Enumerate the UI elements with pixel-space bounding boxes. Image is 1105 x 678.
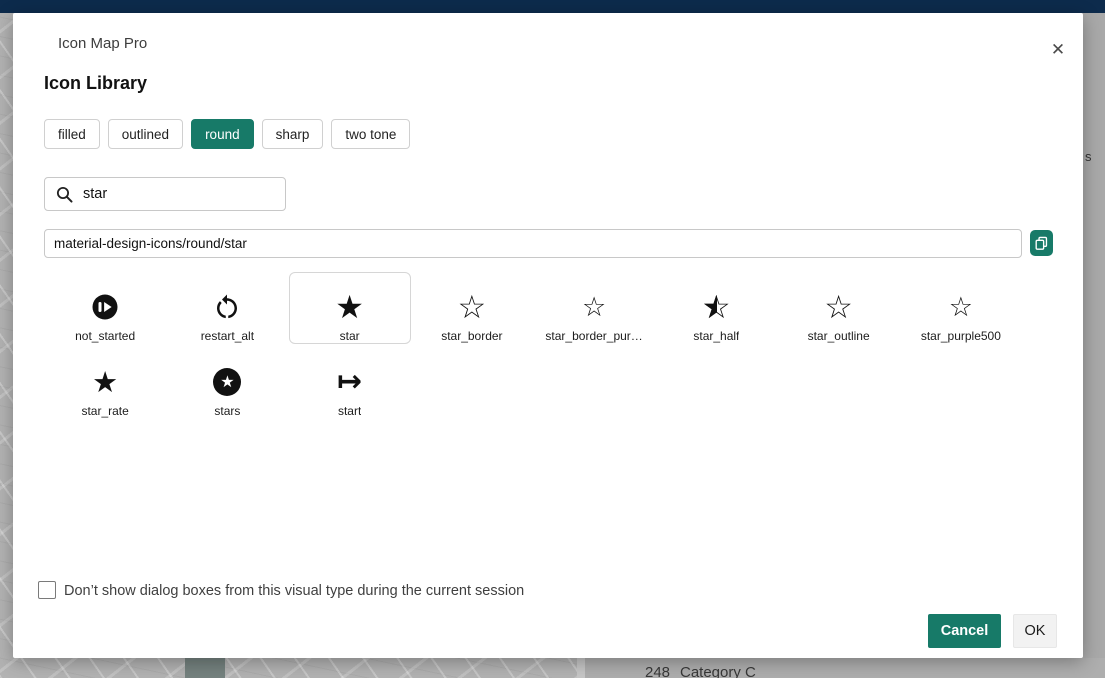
dont-show-row: Don’t show dialog boxes from this visual… (38, 581, 524, 601)
search-input[interactable] (83, 186, 275, 202)
star-outline-icon: ☆ (458, 291, 487, 323)
style-tab-sharp[interactable]: sharp (262, 119, 324, 149)
stars-circle-icon: ★ (213, 368, 241, 396)
icon-library-dialog: Icon Map Pro ✕ Icon Library filled outlin… (13, 13, 1083, 658)
icon-tile-star_outline[interactable]: ☆ star_outline (778, 272, 900, 344)
not-started-icon (90, 292, 120, 322)
background-table-value: 248 (645, 664, 670, 678)
dont-show-checkbox[interactable] (38, 581, 56, 599)
icon-tile-star_rate[interactable]: ★ star_rate (44, 347, 166, 419)
background-table-divider (577, 656, 585, 678)
icon-tile-star_border[interactable]: ☆ star_border (411, 272, 533, 344)
close-icon: ✕ (1051, 40, 1065, 60)
icon-tile-label: star_half (693, 329, 739, 343)
icon-tile-star_half[interactable]: ☆★ star_half (655, 272, 777, 344)
page-title: Icon Library (44, 73, 147, 94)
close-button[interactable]: ✕ (1046, 38, 1070, 62)
icon-tile-label: star_rate (81, 404, 128, 418)
copy-path-button[interactable] (1030, 230, 1053, 256)
style-tab-filled[interactable]: filled (44, 119, 100, 149)
icon-tile-stars[interactable]: ★ stars (166, 347, 288, 419)
copy-icon (1033, 235, 1050, 252)
search-icon (55, 185, 74, 204)
icon-tile-star_border_pur[interactable]: ☆ star_border_pur… (533, 272, 655, 344)
icon-tile-label: star (340, 329, 360, 343)
icon-tile-restart_alt[interactable]: restart_alt (166, 272, 288, 344)
background-table-strip: 248 Category C (585, 656, 1105, 678)
dialog-title: Icon Map Pro (58, 35, 147, 52)
icon-tile-start[interactable]: ↦ start (289, 347, 411, 419)
icon-tile-label: star_border (441, 329, 502, 343)
icon-tile-label: star_purple500 (921, 329, 1001, 343)
star-half-icon: ☆★ (702, 291, 731, 323)
icon-tile-label: star_outline (808, 329, 870, 343)
start-arrow-icon: ↦ (337, 367, 362, 397)
background-table-category: Category C (680, 664, 756, 678)
background-right-strip: s (1083, 13, 1105, 658)
icon-tile-label: restart_alt (201, 329, 254, 343)
icon-tile-star[interactable]: ★ star (289, 272, 411, 344)
star-outline-icon: ☆ (824, 291, 853, 323)
dont-show-label: Don’t show dialog boxes from this visual… (64, 581, 524, 601)
background-right-text: s (1085, 149, 1092, 164)
icon-tile-label: start (338, 404, 361, 418)
icon-path-input[interactable] (44, 229, 1022, 258)
icon-tile-label: star_border_pur… (545, 329, 642, 343)
style-tab-two-tone[interactable]: two tone (331, 119, 410, 149)
icon-tile-star_purple500[interactable]: ☆ star_purple500 (900, 272, 1022, 344)
star-filled-icon: ★ (92, 368, 118, 397)
icon-tile-label: not_started (75, 329, 135, 343)
star-outline-bold-icon: ☆ (582, 294, 606, 321)
icon-results-grid: not_started restart_alt ★ star ☆ star_bo… (44, 272, 1022, 422)
restart-alt-icon (212, 292, 242, 322)
style-tab-round[interactable]: round (191, 119, 254, 149)
ok-button[interactable]: OK (1013, 614, 1057, 648)
star-filled-icon: ★ (335, 291, 364, 323)
icon-style-tabs: filled outlined round sharptwo tone (44, 119, 410, 149)
style-tab-outlined[interactable]: outlined (108, 119, 183, 149)
star-outline-bold-icon: ☆ (949, 294, 973, 321)
icon-tile-label: stars (214, 404, 240, 418)
app-top-bar (0, 0, 1105, 13)
icon-search-box (44, 177, 286, 211)
icon-tile-not_started[interactable]: not_started (44, 272, 166, 344)
cancel-button[interactable]: Cancel (928, 614, 1001, 648)
